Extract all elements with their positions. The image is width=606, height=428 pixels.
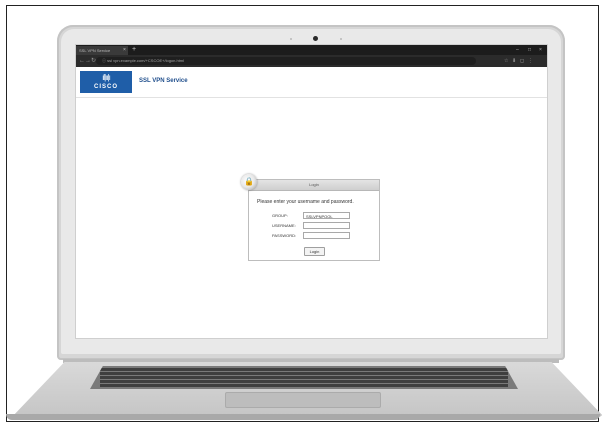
username-label: USERNAME:: [272, 223, 296, 228]
page-header: ıl|ıı|ı CISCO SSL VPN Service: [76, 67, 547, 98]
tab-title: SSL VPN Service: [79, 48, 111, 53]
url-input[interactable]: ⓘ ssl vpn.example.com/+CSCOE+/logon.html: [96, 57, 476, 65]
password-label: PASSWORD:: [272, 233, 297, 238]
extension-icon[interactable]: ◻: [520, 55, 524, 67]
sensor-dot: [290, 38, 292, 40]
key-row: [100, 384, 508, 387]
login-panel-title: Login: [249, 180, 379, 191]
minimize-icon[interactable]: –: [516, 45, 519, 55]
key-row: [100, 380, 508, 383]
key-row: [100, 368, 508, 371]
trackpad: [225, 392, 381, 408]
webcam-icon: [313, 36, 318, 41]
browser-tab[interactable]: SSL VPN Service ×: [76, 46, 128, 55]
logo-text: CISCO: [93, 84, 118, 90]
new-tab-icon[interactable]: +: [132, 45, 136, 55]
address-bar: ← → ↻ ⓘ ssl vpn.example.com/+CSCOE+/logo…: [76, 55, 547, 67]
group-select[interactable]: SSLVPNPOOL: [303, 212, 350, 219]
cisco-bars-icon: ıl|ıı|ı: [102, 73, 111, 82]
menu-icon[interactable]: ⋮: [528, 55, 533, 67]
key-row: [100, 372, 508, 375]
cisco-logo: ıl|ıı|ı CISCO: [80, 71, 132, 93]
maximize-icon[interactable]: □: [528, 45, 531, 55]
password-input[interactable]: [303, 232, 350, 239]
close-window-icon[interactable]: ×: [539, 45, 542, 55]
lock-icon: 🔒: [241, 174, 257, 190]
laptop-screen: SSL VPN Service × + – □ × ← → ↻ ⓘ ssl vp…: [75, 44, 548, 339]
username-input[interactable]: [303, 222, 350, 229]
browser-tab-bar: SSL VPN Service × + – □ ×: [76, 45, 547, 55]
keyboard: [90, 366, 518, 389]
login-panel: Login 🔒 Please enter your username and p…: [241, 174, 380, 261]
sensor-dot: [340, 38, 342, 40]
service-title: SSL VPN Service: [139, 78, 188, 84]
download-icon[interactable]: ⬇: [512, 55, 516, 67]
bookmark-star-icon[interactable]: ☆: [504, 55, 508, 67]
group-label: GROUP:: [272, 213, 288, 218]
key-row: [100, 376, 508, 379]
login-prompt: Please enter your username and password.: [257, 199, 354, 205]
login-button[interactable]: Login: [304, 247, 325, 256]
tab-close-icon[interactable]: ×: [123, 46, 126, 55]
laptop-base-edge: [6, 414, 600, 420]
